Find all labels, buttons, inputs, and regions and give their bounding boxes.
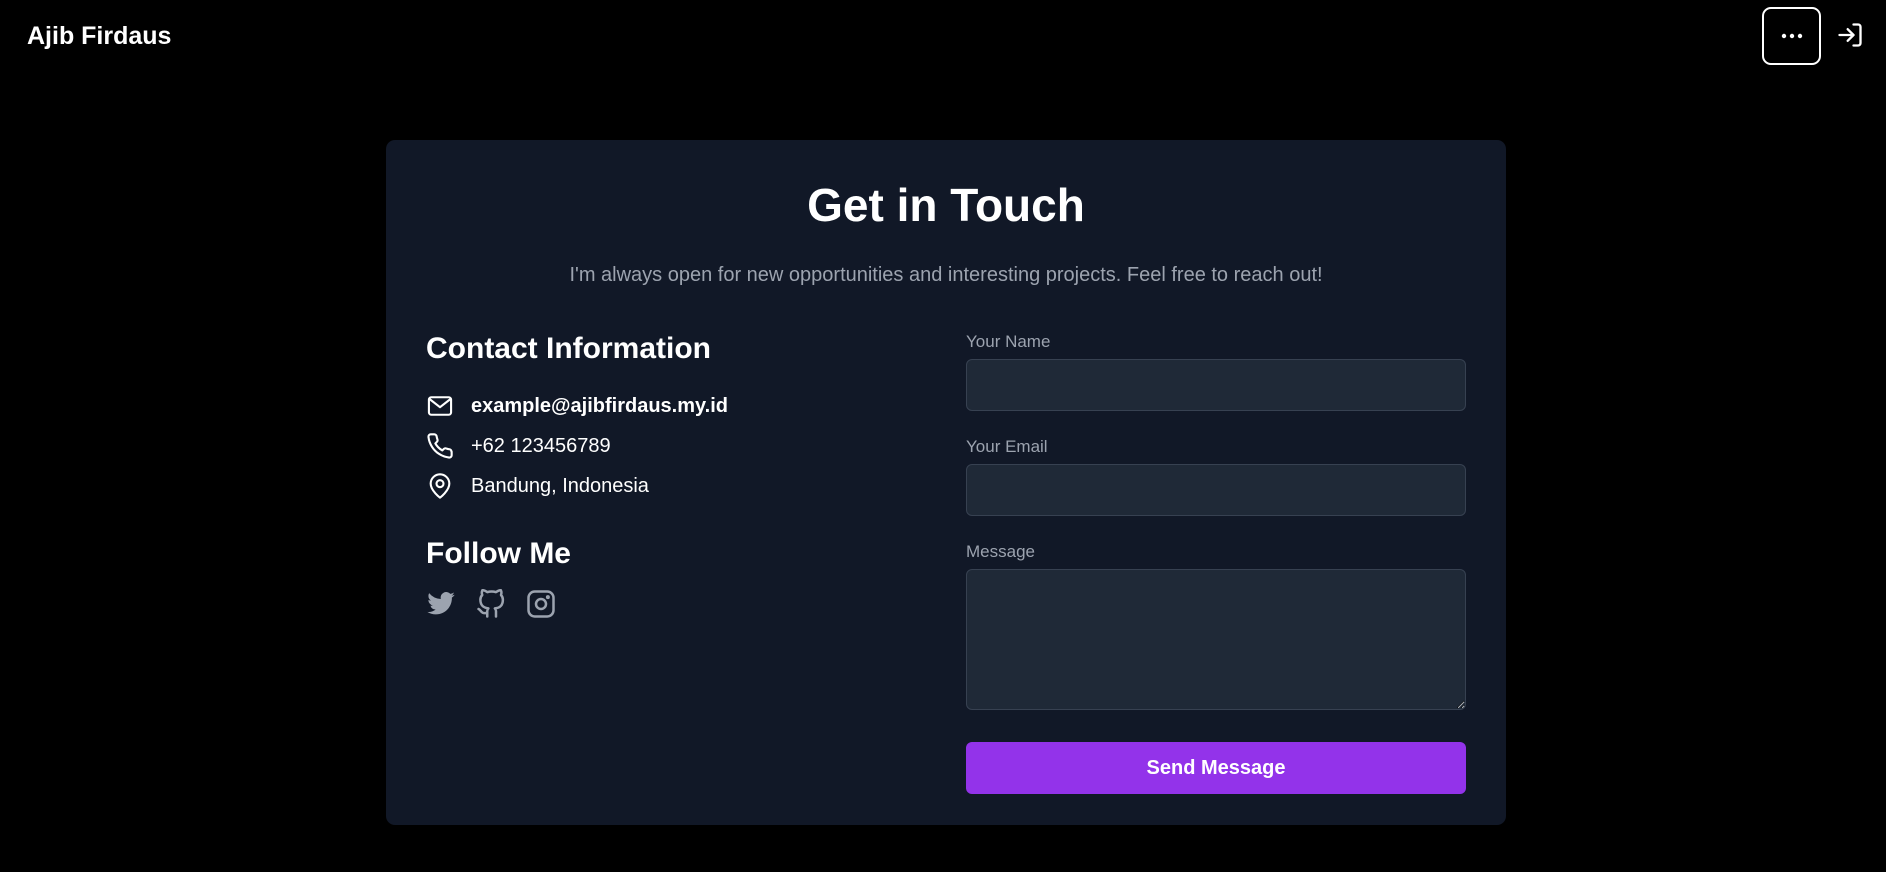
message-label: Message [966, 542, 1035, 561]
more-menu-button[interactable] [1762, 7, 1821, 65]
contact-phone-row: +62 123456789 [426, 426, 906, 466]
login-button[interactable] [1834, 18, 1866, 52]
sign-in-icon [1838, 23, 1862, 47]
social-links [426, 589, 906, 619]
contact-list: example@ajibfirdaus.my.id +62 123456789 … [426, 386, 906, 506]
map-pin-icon [429, 473, 451, 499]
contact-info-panel: Contact Information example@ajibfirdaus.… [426, 332, 906, 619]
contact-card: Get in Touch I'm always open for new opp… [386, 140, 1506, 825]
contact-phone: +62 123456789 [471, 434, 611, 457]
twitter-icon[interactable] [426, 589, 456, 619]
site-brand[interactable]: Ajib Firdaus [27, 22, 171, 51]
github-icon[interactable] [476, 589, 506, 619]
mail-icon [427, 396, 453, 416]
contact-location-row: Bandung, Indonesia [426, 466, 906, 506]
send-message-button[interactable]: Send Message [966, 742, 1466, 794]
name-field[interactable] [966, 359, 1466, 411]
instagram-icon[interactable] [526, 589, 556, 619]
name-label: Your Name [966, 332, 1051, 351]
top-navbar: Ajib Firdaus [0, 0, 1886, 76]
contact-info-heading: Contact Information [426, 332, 711, 365]
contact-location: Bandung, Indonesia [471, 474, 649, 497]
page-title: Get in Touch [807, 179, 1085, 231]
follow-heading: Follow Me [426, 537, 571, 570]
email-label: Your Email [966, 437, 1048, 456]
contact-email: example@ajibfirdaus.my.id [471, 394, 728, 417]
contact-form: Your Name Your Email Message Send Messag… [966, 332, 1466, 794]
page-subtitle: I'm always open for new opportunities an… [569, 264, 1323, 286]
ellipsis-icon [1781, 33, 1802, 39]
contact-email-row[interactable]: example@ajibfirdaus.my.id [426, 386, 906, 426]
email-field[interactable] [966, 464, 1466, 516]
phone-icon [427, 433, 453, 459]
message-field[interactable] [966, 569, 1466, 710]
